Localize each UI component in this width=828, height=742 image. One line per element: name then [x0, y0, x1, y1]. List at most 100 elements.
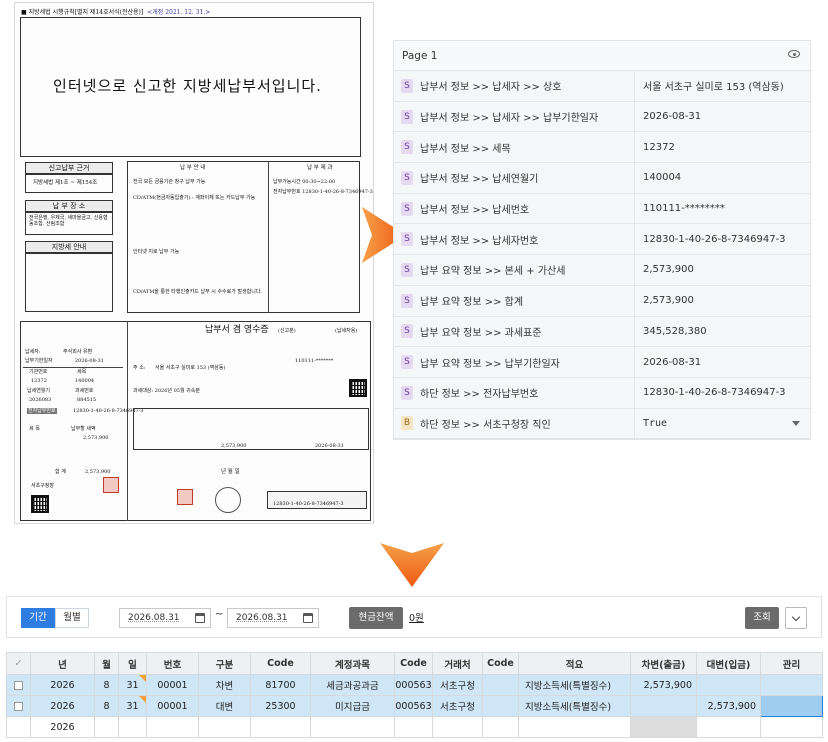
calendar-icon[interactable] — [195, 613, 205, 623]
cell-text: 000563 — [395, 679, 432, 691]
cell-vendor[interactable] — [432, 716, 483, 738]
calendar-icon[interactable] — [303, 613, 313, 623]
field-row[interactable]: S 납부서 정보 >> 납세자 >> 납부기한일자 2026-08-31 — [394, 101, 810, 133]
cell-text: 31 — [126, 679, 139, 691]
cell-no[interactable]: 00001 — [146, 695, 199, 717]
field-label: 납부서 정보 >> 납세연월기 — [420, 174, 539, 186]
field-label: 납부서 정보 >> 납세번호 — [420, 205, 530, 217]
chevron-down-icon[interactable] — [792, 420, 800, 426]
field-value-text: 서울 서초구 실미로 153 (역삼동) — [643, 82, 784, 94]
local-tax-info-box — [25, 252, 113, 312]
field-row[interactable]: S 납부 요약 정보 >> 과세표준 345,528,380 — [394, 316, 810, 348]
field-value-text: 2,573,900 — [643, 295, 694, 307]
cell-credit[interactable]: 2,573,900 — [696, 695, 761, 717]
cell-no[interactable]: 00001 — [146, 674, 199, 696]
field-row[interactable]: B 하단 정보 >> 서초구청장 직인 True — [394, 408, 810, 440]
field-value[interactable]: True — [635, 409, 810, 439]
cell-debit[interactable] — [630, 695, 697, 717]
row-checkbox[interactable] — [14, 701, 23, 711]
cell-account[interactable] — [310, 716, 395, 738]
cell-day[interactable]: 31 — [118, 695, 147, 717]
field-row[interactable]: S 하단 정보 >> 전자납부번호 12830-1-40-26-8-7346947-… — [394, 377, 810, 409]
cell-mgmt[interactable] — [760, 695, 823, 717]
cell-memo[interactable] — [518, 716, 631, 738]
search-button[interactable]: 조회 — [745, 607, 779, 629]
cell-acode[interactable] — [482, 695, 519, 717]
cell-vcode[interactable] — [394, 716, 433, 738]
field-list: S 납부서 정보 >> 납세자 >> 상호 서울 서초구 실미로 153 (역삼동)… — [394, 71, 810, 440]
arrow-down-icon — [380, 543, 444, 587]
table-row[interactable]: 2026 — [6, 716, 823, 738]
cell-year[interactable]: 2026 — [30, 695, 95, 717]
cell-day[interactable] — [118, 716, 147, 738]
cell-account[interactable]: 미지급금 — [310, 695, 395, 717]
cell-credit[interactable] — [696, 716, 761, 738]
field-value: 2026-08-31 — [635, 102, 810, 132]
cell-acode[interactable] — [482, 674, 519, 696]
column-header[interactable]: ✓ — [6, 652, 31, 675]
table-row[interactable]: 2026 8 31 00001 차변 81700 세금과공과금 000563 서초구청 지방소득세… — [6, 674, 823, 696]
column-header: 번호 — [146, 652, 199, 675]
cell-type[interactable]: 대변 — [198, 695, 251, 717]
cell-code[interactable]: 81700 — [250, 674, 311, 696]
cell-memo[interactable]: 지방소득세(특별징수) — [518, 695, 631, 717]
row-checkbox[interactable] — [14, 680, 23, 690]
field-row[interactable]: S 납부서 정보 >> 납세자 >> 상호 서울 서초구 실미로 153 (역삼동) — [394, 71, 810, 102]
cell-acode[interactable] — [482, 716, 519, 738]
cell-mgmt[interactable] — [760, 716, 823, 738]
date-from-field[interactable]: 2026.08.31 — [119, 608, 211, 628]
field-row[interactable]: S 납부서 정보 >> 세목 12372 — [394, 132, 810, 164]
eye-icon[interactable] — [788, 50, 800, 58]
cell-vendor[interactable]: 서초구청 — [432, 674, 483, 696]
tab-monthly[interactable]: 월별 — [55, 608, 89, 628]
field-label: 납부 요약 정보 >> 합계 — [420, 297, 524, 309]
date-from-value: 2026.08.31 — [128, 613, 180, 623]
field-row[interactable]: S 납부 요약 정보 >> 본세 + 가산세 2,573,900 — [394, 255, 810, 286]
cell-vcode[interactable]: 000563 — [394, 695, 433, 717]
cash-balance-value[interactable]: 0원 — [409, 610, 424, 624]
cell-debit[interactable] — [630, 716, 697, 738]
cell-year[interactable]: 2026 — [30, 674, 95, 696]
chevron-down-icon[interactable] — [785, 607, 807, 629]
cell-memo[interactable]: 지방소득세(특별징수) — [518, 674, 631, 696]
cell-code[interactable]: 25300 — [250, 695, 311, 717]
cell-year[interactable]: 2026 — [30, 716, 95, 738]
field-row[interactable]: S 납부서 정보 >> 납세연월기 140004 — [394, 163, 810, 194]
receipt-epay-label: 전자납부번호 — [27, 408, 57, 414]
column-header: 적요 — [518, 652, 631, 675]
receipt-item-value: 140004 — [75, 378, 95, 384]
guide-title: 납 부 안 내 — [180, 165, 206, 171]
cell-no[interactable] — [146, 716, 199, 738]
table-row[interactable]: 2026 8 31 00001 대변 25300 미지급금 000563 서초구청 지방소득세(특… — [6, 695, 823, 717]
cell-mgmt[interactable] — [760, 674, 823, 696]
ledger-toolbar: 기간 월별 2026.08.31 ~ 2026.08.31 현금잔액 0원 조회 — [6, 596, 822, 638]
cell-month[interactable]: 8 — [94, 674, 119, 696]
cell-credit[interactable] — [696, 674, 761, 696]
qr-code-icon — [31, 495, 49, 513]
field-row[interactable]: S 납부 요약 정보 >> 합계 2,573,900 — [394, 285, 810, 317]
row-checkbox-cell[interactable] — [6, 695, 31, 717]
cell-vendor[interactable]: 서초구청 — [432, 695, 483, 717]
cell-account[interactable]: 세금과공과금 — [310, 674, 395, 696]
cell-month[interactable] — [94, 716, 119, 738]
cash-balance-button[interactable]: 현금잔액 — [349, 607, 403, 629]
cell-type[interactable] — [198, 716, 251, 738]
cell-month[interactable]: 8 — [94, 695, 119, 717]
date-to-field[interactable]: 2026.08.31 — [227, 608, 319, 628]
guide-item-4: CD/ATM을 통한 타행인출카드 납부 시 수수료가 발생합니다. — [133, 289, 263, 295]
cell-code[interactable] — [250, 716, 311, 738]
receipt-taxitem-label: 세 목 — [29, 426, 40, 432]
cell-type[interactable]: 차변 — [198, 674, 251, 696]
tab-period[interactable]: 기간 — [21, 608, 55, 628]
cell-day[interactable]: 31 — [118, 674, 147, 696]
cell-vcode[interactable]: 000563 — [394, 674, 433, 696]
field-row[interactable]: S 납부 요약 정보 >> 납부기한일자 2026-08-31 — [394, 347, 810, 378]
row-checkbox-cell[interactable] — [6, 716, 31, 738]
field-label: 납부 요약 정보 >> 납부기한일자 — [420, 358, 560, 370]
field-row[interactable]: S 납부서 정보 >> 납세자번호 12830-1-40-26-8-7346947-… — [394, 224, 810, 256]
field-row[interactable]: S 납부서 정보 >> 납세번호 110111-******** — [394, 193, 810, 225]
field-label: 납부서 정보 >> 납세자번호 — [420, 235, 539, 247]
field-name: S 납부서 정보 >> 납세자번호 — [394, 224, 635, 255]
row-checkbox-cell[interactable] — [6, 674, 31, 696]
cell-debit[interactable]: 2,573,900 — [630, 674, 697, 696]
